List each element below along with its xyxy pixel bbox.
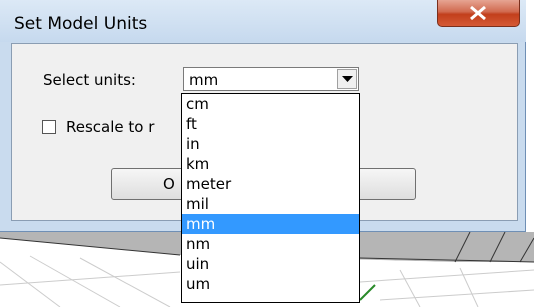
dropdown-option-um[interactable]: um	[182, 274, 359, 294]
close-button[interactable]	[437, 0, 520, 27]
close-x-icon	[470, 5, 486, 21]
dropdown-option-mm[interactable]: mm	[182, 214, 359, 234]
units-combobox-value: mm	[189, 71, 219, 89]
select-units-label: Select units:	[43, 71, 136, 89]
dialog-titlebar[interactable]: Set Model Units	[0, 0, 526, 42]
ok-button-label: O	[163, 175, 175, 193]
dialog-title: Set Model Units	[14, 14, 148, 34]
dropdown-option-uin[interactable]: uin	[182, 254, 359, 274]
chevron-down-icon	[342, 76, 353, 82]
dropdown-option-km[interactable]: km	[182, 154, 359, 174]
rescale-checkbox[interactable]	[42, 120, 56, 134]
dropdown-option-nm[interactable]: nm	[182, 234, 359, 254]
dropdown-option-ft[interactable]: ft	[182, 114, 359, 134]
dropdown-option-cm[interactable]: cm	[182, 94, 359, 114]
units-combobox[interactable]: mm	[183, 67, 359, 91]
dropdown-option-mil[interactable]: mil	[182, 194, 359, 214]
dropdown-option-meter[interactable]: meter	[182, 174, 359, 194]
rescale-label: Rescale to r	[66, 118, 155, 136]
units-dropdown-button[interactable]	[337, 69, 357, 89]
dropdown-option-in[interactable]: in	[182, 134, 359, 154]
units-dropdown-list[interactable]: cm ft in km meter mil mm nm uin um	[181, 93, 360, 303]
